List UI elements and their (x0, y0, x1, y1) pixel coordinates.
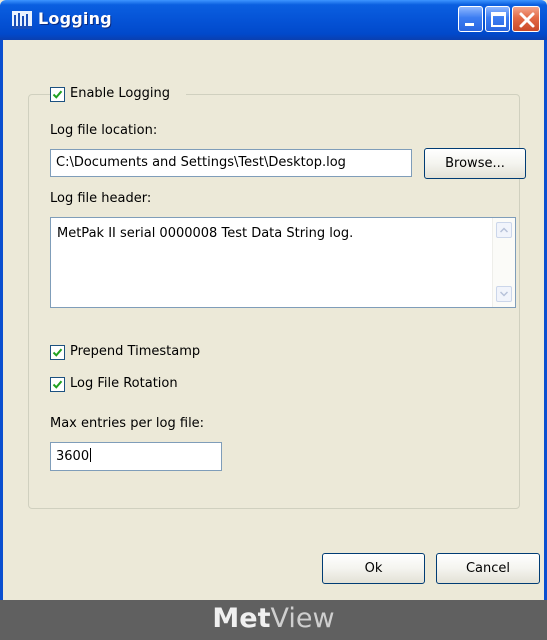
checkbox-box[interactable] (50, 377, 65, 392)
app-icon (12, 11, 32, 29)
max-entries-value: 3600 (56, 449, 90, 464)
max-entries-input[interactable]: 3600 (50, 442, 222, 471)
cancel-button[interactable]: Cancel (436, 553, 540, 584)
log-file-location-input[interactable]: C:\Documents and Settings\Test\Desktop.l… (50, 149, 412, 177)
checkmark-icon (52, 90, 63, 99)
brand-footer: MetView (0, 600, 547, 640)
maximize-icon (491, 12, 506, 27)
prepend-timestamp-checkbox[interactable]: Prepend Timestamp (50, 344, 230, 364)
checkmark-icon (52, 348, 63, 357)
minimize-button[interactable] (458, 6, 483, 32)
close-icon (519, 12, 535, 28)
logo-text-met: Met (212, 603, 271, 634)
prepend-timestamp-label: Prepend Timestamp (70, 344, 201, 359)
window-title: Logging (38, 9, 112, 28)
chevron-up-icon (500, 227, 508, 233)
logging-dialog: Logging Enable Logging Log file location… (0, 0, 547, 640)
text-cursor (90, 448, 92, 462)
enable-logging-checkbox[interactable]: Enable Logging (50, 86, 186, 106)
logo-text-view: View (270, 603, 335, 634)
metview-logo: MetView (0, 603, 547, 634)
log-file-header-label: Log file header: (50, 191, 152, 206)
log-file-header-text: MetPak II serial 0000008 Test Data Strin… (57, 226, 354, 241)
max-entries-label: Max entries per log file: (50, 416, 205, 431)
maximize-button[interactable] (485, 6, 510, 32)
checkbox-box[interactable] (50, 87, 65, 102)
enable-logging-label: Enable Logging (70, 86, 170, 101)
vertical-scrollbar[interactable] (492, 218, 515, 307)
close-button[interactable] (512, 6, 540, 32)
log-file-rotation-checkbox[interactable]: Log File Rotation (50, 376, 230, 396)
log-file-location-label: Log file location: (50, 123, 158, 138)
scroll-up-button[interactable] (496, 222, 512, 238)
minimize-icon (465, 23, 474, 26)
scroll-down-button[interactable] (496, 286, 512, 302)
ok-button[interactable]: Ok (322, 553, 425, 584)
checkbox-box[interactable] (50, 345, 65, 360)
log-file-header-textarea[interactable]: MetPak II serial 0000008 Test Data Strin… (50, 217, 516, 308)
window-frame-left (0, 40, 3, 600)
title-bar[interactable]: Logging (0, 0, 547, 40)
chevron-down-icon (500, 291, 508, 297)
checkmark-icon (52, 380, 63, 389)
browse-button[interactable]: Browse... (424, 148, 526, 179)
log-file-rotation-label: Log File Rotation (70, 376, 178, 391)
